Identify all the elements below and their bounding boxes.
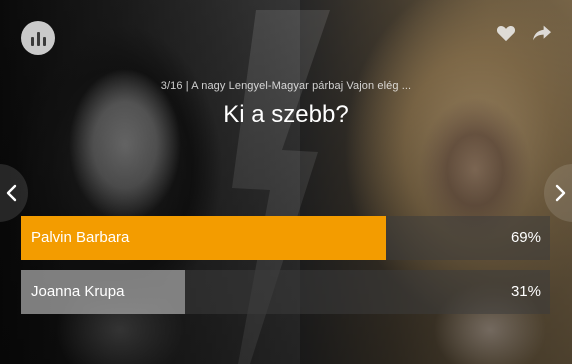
answer-percentage: 69% bbox=[510, 229, 541, 246]
quiz-card: 3/16 | A nagy Lengyel-Magyar párbaj Vajo… bbox=[0, 0, 572, 364]
chevron-right-icon bbox=[555, 184, 566, 202]
answer-option-2[interactable]: Joanna Krupa 31% bbox=[21, 270, 550, 314]
answer-percentage: 31% bbox=[510, 283, 541, 300]
chevron-left-icon bbox=[6, 184, 17, 202]
share-arrow-icon[interactable] bbox=[532, 24, 552, 42]
answer-label: Palvin Barbara bbox=[31, 229, 130, 246]
quiz-subtitle: 3/16 | A nagy Lengyel-Magyar párbaj Vajo… bbox=[160, 80, 412, 92]
answer-label: Joanna Krupa bbox=[31, 283, 125, 300]
question-title: Ki a szebb? bbox=[223, 101, 349, 128]
answer-option-1[interactable]: Palvin Barbara 69% bbox=[21, 216, 550, 260]
poll-logo-icon[interactable] bbox=[21, 21, 55, 55]
heart-icon[interactable] bbox=[496, 24, 516, 42]
